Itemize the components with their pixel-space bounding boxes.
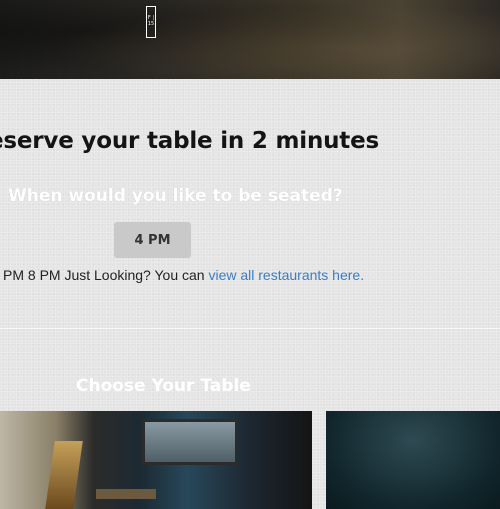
table-photo-table <box>96 489 156 499</box>
time-4pm-button[interactable]: 4 PM <box>114 222 191 258</box>
hero-image: F | 15 <box>0 0 500 79</box>
table-card-2[interactable] <box>326 411 500 509</box>
table-photo-chair <box>45 441 83 509</box>
time-options-text: PM 8 PM Just Looking? You can <box>3 267 209 283</box>
table-card-1[interactable] <box>0 411 312 509</box>
time-options-line: PM 8 PM Just Looking? You can view all r… <box>3 267 364 283</box>
hero-logo-badge: F | 15 <box>146 6 156 38</box>
hero-shade <box>0 0 500 79</box>
view-all-restaurants-link[interactable]: view all restaurants here. <box>208 267 364 283</box>
reserve-headline: eserve your table in 2 minutes <box>0 128 379 154</box>
seating-question: When would you like to be seated? <box>8 186 343 206</box>
table-photo-window <box>142 419 238 465</box>
choose-table-heading: Choose Your Table <box>76 376 251 396</box>
section-divider <box>0 328 500 329</box>
